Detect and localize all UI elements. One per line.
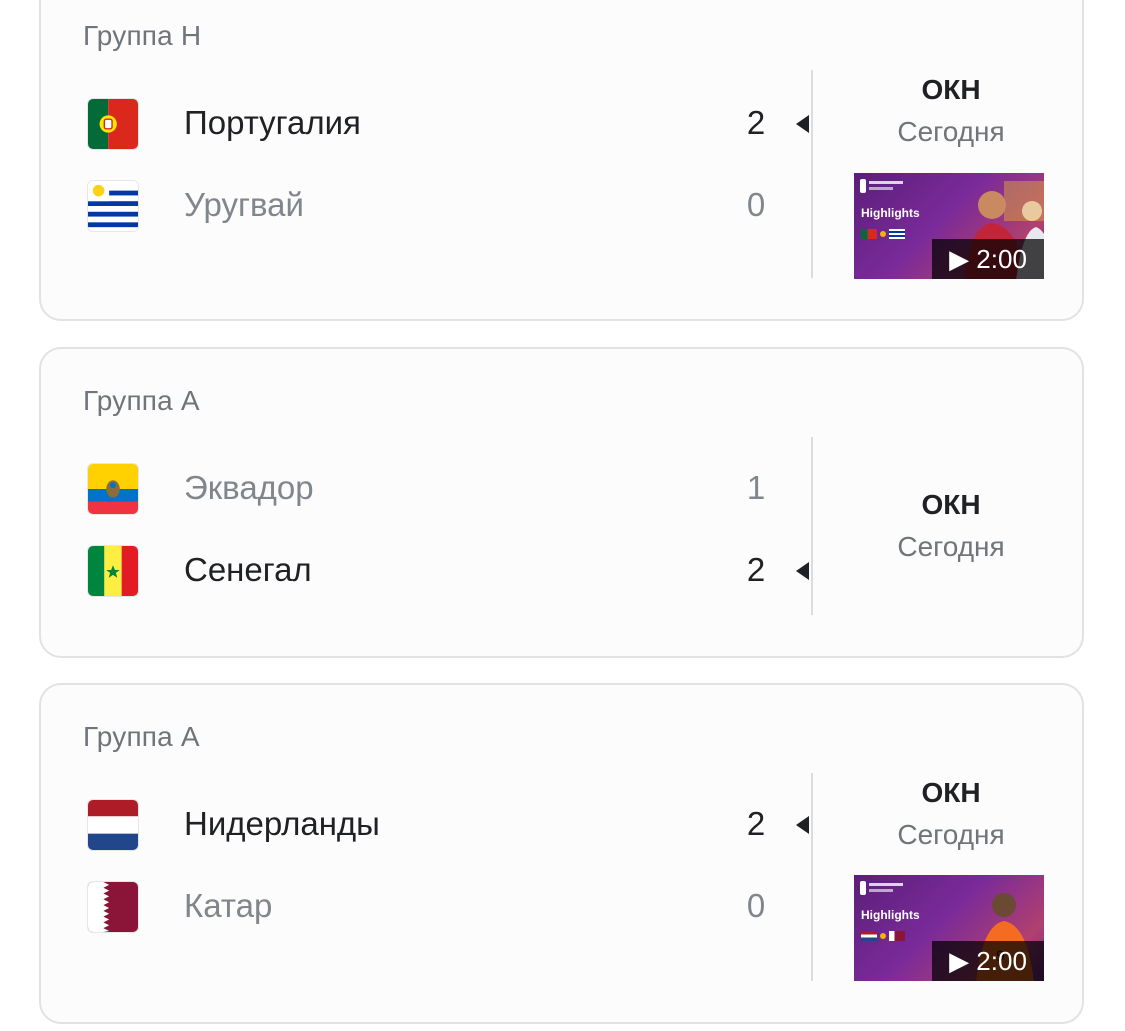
world-cup-logo-icon: [860, 179, 903, 193]
team-row[interactable]: Нидерланды 2: [41, 795, 811, 855]
team-row[interactable]: Португалия 2: [41, 94, 811, 154]
netherlands-flag-icon: [87, 799, 139, 851]
team-row[interactable]: Сенегал 2: [41, 541, 811, 601]
video-duration: ▶ 2:00: [932, 941, 1044, 981]
match-card[interactable]: Группа A Эквадор 1 Сенегал 2 ОКН Сегодня: [39, 347, 1084, 658]
team-row[interactable]: Катар 0: [41, 877, 811, 937]
team-name: Уругвай: [184, 186, 304, 223]
senegal-flag-icon: [87, 545, 139, 597]
mini-flags: [861, 927, 908, 945]
portugal-flag-icon: [87, 98, 139, 150]
highlights-video-thumbnail[interactable]: Highlights ▶ 2:00: [854, 173, 1044, 279]
group-label: Группа A: [83, 721, 200, 752]
match-status: ОКН: [921, 489, 981, 520]
match-date: Сегодня: [897, 819, 1005, 850]
team-name: Португалия: [184, 104, 361, 141]
divider: [811, 437, 813, 615]
team-score: 2: [746, 805, 766, 842]
team-score: 2: [746, 551, 766, 588]
qatar-flag-icon: [87, 881, 139, 933]
winner-arrow-icon: [796, 562, 809, 580]
team-score: 2: [746, 104, 766, 141]
team-score: 0: [746, 186, 766, 223]
video-duration: ▶ 2:00: [932, 239, 1044, 279]
team-score: 0: [746, 887, 766, 924]
group-label: Группа A: [83, 385, 200, 416]
winner-arrow-icon: [796, 816, 809, 834]
match-card[interactable]: Группа A Нидерланды 2 Катар 0 ОКН Сегодн…: [39, 683, 1084, 1024]
uruguay-flag-icon: [87, 180, 139, 232]
highlights-video-thumbnail[interactable]: Highlights 9 ▶ 2:00: [854, 875, 1044, 981]
world-cup-logo-icon: [860, 881, 903, 895]
team-name: Катар: [184, 887, 273, 924]
team-row[interactable]: Уругвай 0: [41, 176, 811, 236]
match-date: Сегодня: [897, 116, 1005, 147]
divider: [811, 70, 813, 278]
highlights-label: Highlights: [861, 206, 920, 220]
team-name: Нидерланды: [184, 805, 380, 842]
highlights-label: Highlights: [861, 908, 920, 922]
match-status: ОКН: [921, 777, 981, 808]
ecuador-flag-icon: [87, 463, 139, 515]
team-name: Эквадор: [184, 469, 314, 506]
team-row[interactable]: Эквадор 1: [41, 459, 811, 519]
group-label: Группа H: [83, 20, 202, 51]
match-date: Сегодня: [897, 531, 1005, 562]
team-name: Сенегал: [184, 551, 312, 588]
match-status: ОКН: [921, 74, 981, 105]
winner-arrow-icon: [796, 115, 809, 133]
match-card[interactable]: Группа H Португалия 2 Уругвай 0 ОКН Сего…: [39, 0, 1084, 321]
divider: [811, 773, 813, 981]
team-score: 1: [746, 469, 766, 506]
mini-flags: [861, 225, 908, 243]
